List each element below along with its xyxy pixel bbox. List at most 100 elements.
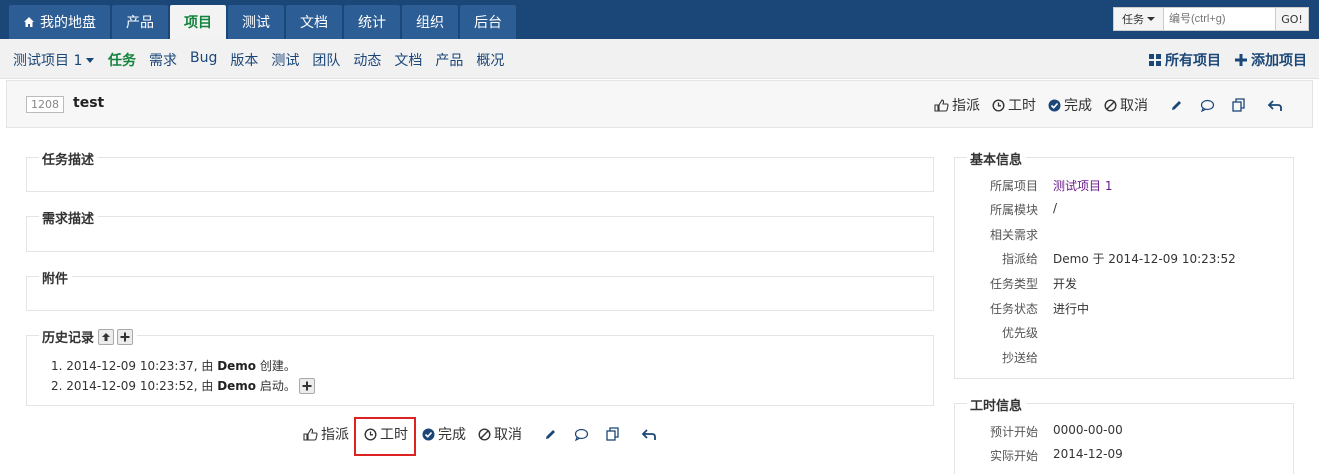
tab-project[interactable]: 项目 [170, 5, 226, 39]
section-title: 附件 [39, 268, 73, 287]
section-title: 需求描述 [39, 208, 99, 227]
expand-history-button[interactable] [298, 378, 315, 394]
section-title: 任务描述 [39, 149, 99, 168]
basic-info-panel: 基本信息 所属项目 测试项目 1 所属模块 / 相关需求 指派给 Demo 于 201… [954, 149, 1294, 379]
history-time: 2014-12-09 10:23:52, 由 [66, 379, 214, 393]
history-num: 2. [51, 379, 63, 393]
ban-icon [1104, 98, 1117, 112]
history-legend: 历史记录 [39, 327, 138, 346]
info-key: 所属模块 [989, 203, 1038, 217]
info-key: 任务状态 [989, 302, 1038, 316]
menu-build[interactable]: 版本 [230, 50, 258, 70]
cancel-button[interactable]: 取消 [478, 424, 522, 444]
add-project-link[interactable]: 添加项目 [1235, 50, 1307, 70]
back-arrow-icon [641, 428, 656, 440]
tab-product[interactable]: 产品 [112, 5, 168, 39]
history-num: 1. [51, 359, 63, 373]
finish-button[interactable]: 完成 [422, 424, 466, 444]
search-type-select[interactable]: 任务 [1113, 7, 1164, 31]
copy-icon [606, 427, 619, 441]
main-nav: 我的地盘 产品 项目 测试 文档 统计 组织 后台 [9, 5, 518, 39]
files-section: 附件 [26, 268, 934, 311]
assign-button[interactable]: 指派 [303, 424, 349, 444]
history-action: 启动。 [259, 379, 296, 393]
comment-button[interactable] [574, 428, 592, 441]
search-type-label: 任务 [1122, 13, 1144, 26]
panel-title: 工时信息 [967, 395, 1027, 414]
all-projects-link[interactable]: 所有项目 [1149, 50, 1221, 70]
top-action-bar: 指派 工时 完成 取消 [934, 95, 1286, 115]
menu-product[interactable]: 产品 [435, 50, 463, 70]
tab-label: 项目 [184, 15, 212, 31]
tab-label: 后台 [474, 15, 502, 31]
project-subnav: 测试项目 1 任务 需求 Bug 版本 测试 团队 动态 文档 产品 概况 所有… [0, 39, 1319, 79]
assign-label: 指派 [952, 98, 980, 114]
page-title: test [73, 95, 105, 111]
menu-story[interactable]: 需求 [149, 50, 177, 70]
comment-button[interactable] [1200, 99, 1218, 112]
info-key: 预计开始 [989, 425, 1038, 439]
top-navbar: 我的地盘 产品 项目 测试 文档 统计 组织 后台 任务 GO! [0, 0, 1319, 39]
tab-test[interactable]: 测试 [228, 5, 284, 39]
tab-label: 产品 [126, 15, 154, 31]
expand-all-button[interactable] [117, 328, 134, 345]
finish-button[interactable]: 完成 [1048, 95, 1092, 115]
back-button[interactable] [641, 428, 660, 441]
menu-dynamic[interactable]: 动态 [353, 50, 381, 70]
info-key: 任务类型 [989, 277, 1038, 291]
assign-button[interactable]: 指派 [934, 95, 980, 115]
tab-admin[interactable]: 后台 [460, 5, 516, 39]
finish-label: 完成 [438, 427, 466, 443]
highlight-box [354, 417, 416, 456]
chevron-down-icon [1147, 17, 1155, 21]
info-value: 进行中 [1053, 302, 1090, 316]
panel-title: 基本信息 [967, 149, 1027, 168]
tab-my[interactable]: 我的地盘 [9, 5, 110, 39]
info-key: 优先级 [1001, 326, 1038, 340]
search-go-button[interactable]: GO! [1276, 7, 1309, 31]
info-key: 抄送给 [1001, 351, 1038, 365]
pencil-icon [546, 429, 555, 439]
home-icon [24, 17, 34, 27]
task-titlebar: 1208 test 指派 工时 完成 取消 [6, 80, 1313, 128]
search-input[interactable] [1164, 7, 1276, 31]
history-action: 创建。 [259, 359, 296, 373]
back-button[interactable] [1267, 99, 1286, 112]
project-menu: 任务 需求 Bug 版本 测试 团队 动态 文档 产品 概况 [108, 50, 517, 70]
menu-doc[interactable]: 文档 [394, 50, 422, 70]
cancel-button[interactable]: 取消 [1104, 95, 1148, 115]
effort-info-panel: 工时信息 预计开始 0000-00-00 实际开始 2014-12-09 [954, 395, 1294, 474]
edit-button[interactable] [544, 428, 560, 441]
cancel-label: 取消 [494, 427, 522, 443]
copy-icon [1232, 98, 1245, 112]
copy-button[interactable] [1232, 98, 1249, 112]
copy-button[interactable] [606, 427, 623, 441]
project-link[interactable]: 测试项目 1 [1053, 177, 1112, 194]
menu-test[interactable]: 测试 [271, 50, 299, 70]
history-user: Demo [217, 359, 257, 373]
info-value: / [1053, 201, 1058, 215]
history-list: 1. 2014-12-09 10:23:37, 由 Demo 创建。 2. 20… [51, 356, 315, 396]
tab-label: 测试 [242, 15, 270, 31]
sort-history-button[interactable] [98, 328, 115, 345]
info-value: Demo 于 2014-12-09 10:23:52 [1053, 252, 1236, 266]
menu-task[interactable]: 任务 [108, 50, 136, 70]
info-key: 所属项目 [989, 179, 1038, 193]
project-switcher[interactable]: 测试项目 1 [13, 50, 95, 70]
menu-overview[interactable]: 概况 [476, 50, 504, 70]
assign-label: 指派 [321, 427, 349, 443]
effort-button[interactable]: 工时 [992, 95, 1036, 115]
project-name: 测试项目 1 [13, 53, 83, 69]
menu-bug[interactable]: Bug [190, 50, 217, 70]
tab-company[interactable]: 组织 [402, 5, 458, 39]
menu-team[interactable]: 团队 [312, 50, 340, 70]
check-circle-icon [1048, 99, 1061, 111]
tab-doc[interactable]: 文档 [286, 5, 342, 39]
all-projects-label: 所有项目 [1165, 53, 1221, 69]
history-user: Demo [217, 379, 257, 393]
edit-button[interactable] [1170, 99, 1186, 112]
plus-icon [1235, 54, 1247, 66]
task-id-badge: 1208 [26, 96, 64, 113]
clock-icon [992, 98, 1005, 112]
tab-report[interactable]: 统计 [344, 5, 400, 39]
